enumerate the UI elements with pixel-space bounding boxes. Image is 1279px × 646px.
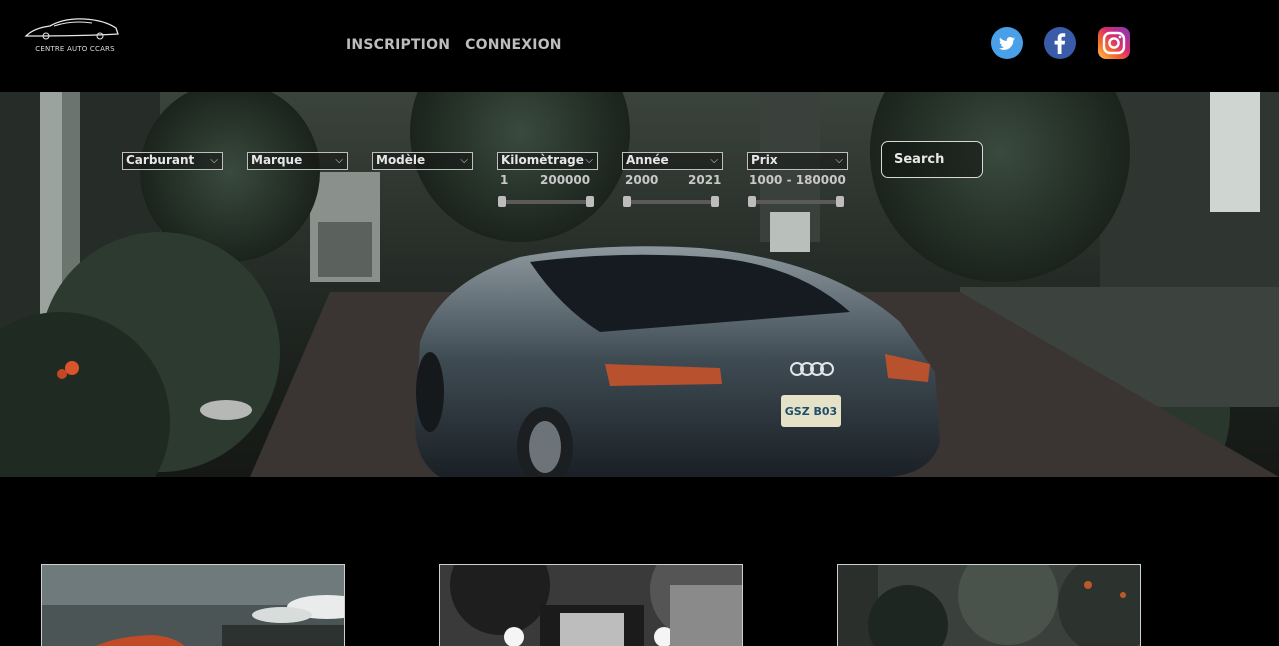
chevron-down-icon: ⌵ [710, 155, 718, 166]
kilometrage-max: 200000 [540, 173, 591, 187]
site-header: CENTRE AUTO CCARS INSCRIPTION CONNEXION [0, 0, 1279, 92]
slider-handle-min[interactable] [498, 196, 506, 207]
slider-handle-min[interactable] [748, 196, 756, 207]
filter-annee[interactable]: Année ⌵ [622, 152, 723, 170]
car-logo-icon [24, 18, 119, 40]
nav-connexion[interactable]: CONNEXION [465, 37, 562, 53]
annee-max: 2021 [688, 173, 722, 187]
chevron-down-icon: ⌵ [585, 155, 593, 166]
kilometrage-slider[interactable] [498, 196, 594, 207]
chevron-down-icon: ⌵ [335, 155, 343, 166]
slider-handle-min[interactable] [623, 196, 631, 207]
search-input[interactable]: Search [881, 141, 983, 178]
filter-marque[interactable]: Marque ⌵ [247, 152, 348, 170]
logo-text: CENTRE AUTO CCARS [35, 45, 115, 53]
filter-marque-label: Marque [251, 153, 303, 167]
main-nav: INSCRIPTION CONNEXION [346, 37, 562, 53]
slider-handle-max[interactable] [711, 196, 719, 207]
car-card-image [440, 565, 742, 646]
prix-slider[interactable] [748, 196, 844, 207]
filter-carburant-label: Carburant [126, 153, 195, 167]
filter-annee-label: Année [626, 153, 669, 167]
slider-handle-max[interactable] [586, 196, 594, 207]
car-card-3[interactable] [837, 564, 1141, 646]
slider-handle-max[interactable] [836, 196, 844, 207]
car-card-2[interactable] [439, 564, 743, 646]
instagram-icon[interactable] [1098, 27, 1130, 59]
twitter-icon[interactable] [991, 27, 1023, 59]
filter-carburant[interactable]: Carburant ⌵ [122, 152, 223, 170]
prix-range: 1000 - 180000 [749, 173, 846, 187]
site-logo[interactable]: CENTRE AUTO CCARS [24, 14, 120, 58]
facebook-icon[interactable] [1044, 27, 1076, 59]
license-plate: GSZ B03 [785, 405, 837, 418]
search-placeholder: Search [894, 152, 945, 167]
filter-modele-label: Modèle [376, 153, 426, 167]
filter-modele[interactable]: Modèle ⌵ [372, 152, 473, 170]
filter-prix-label: Prix [751, 153, 778, 167]
chevron-down-icon: ⌵ [460, 155, 468, 166]
car-card-1[interactable] [41, 564, 345, 646]
hero-banner: GSZ B03 Carburant ⌵ Marque ⌵ Modèle ⌵ Ki… [0, 92, 1279, 477]
annee-min: 2000 [625, 173, 659, 187]
chevron-down-icon: ⌵ [835, 155, 843, 166]
kilometrage-min: 1 [500, 173, 509, 187]
annee-slider[interactable] [623, 196, 719, 207]
car-card-image [838, 565, 1140, 646]
filter-prix[interactable]: Prix ⌵ [747, 152, 848, 170]
filter-kilometrage-label: Kilomètrage [501, 153, 584, 167]
car-card-image [42, 565, 344, 646]
chevron-down-icon: ⌵ [210, 155, 218, 166]
nav-inscription[interactable]: INSCRIPTION [346, 37, 450, 53]
hero-car-image: GSZ B03 [0, 92, 1279, 477]
filter-kilometrage[interactable]: Kilomètrage ⌵ [497, 152, 598, 170]
